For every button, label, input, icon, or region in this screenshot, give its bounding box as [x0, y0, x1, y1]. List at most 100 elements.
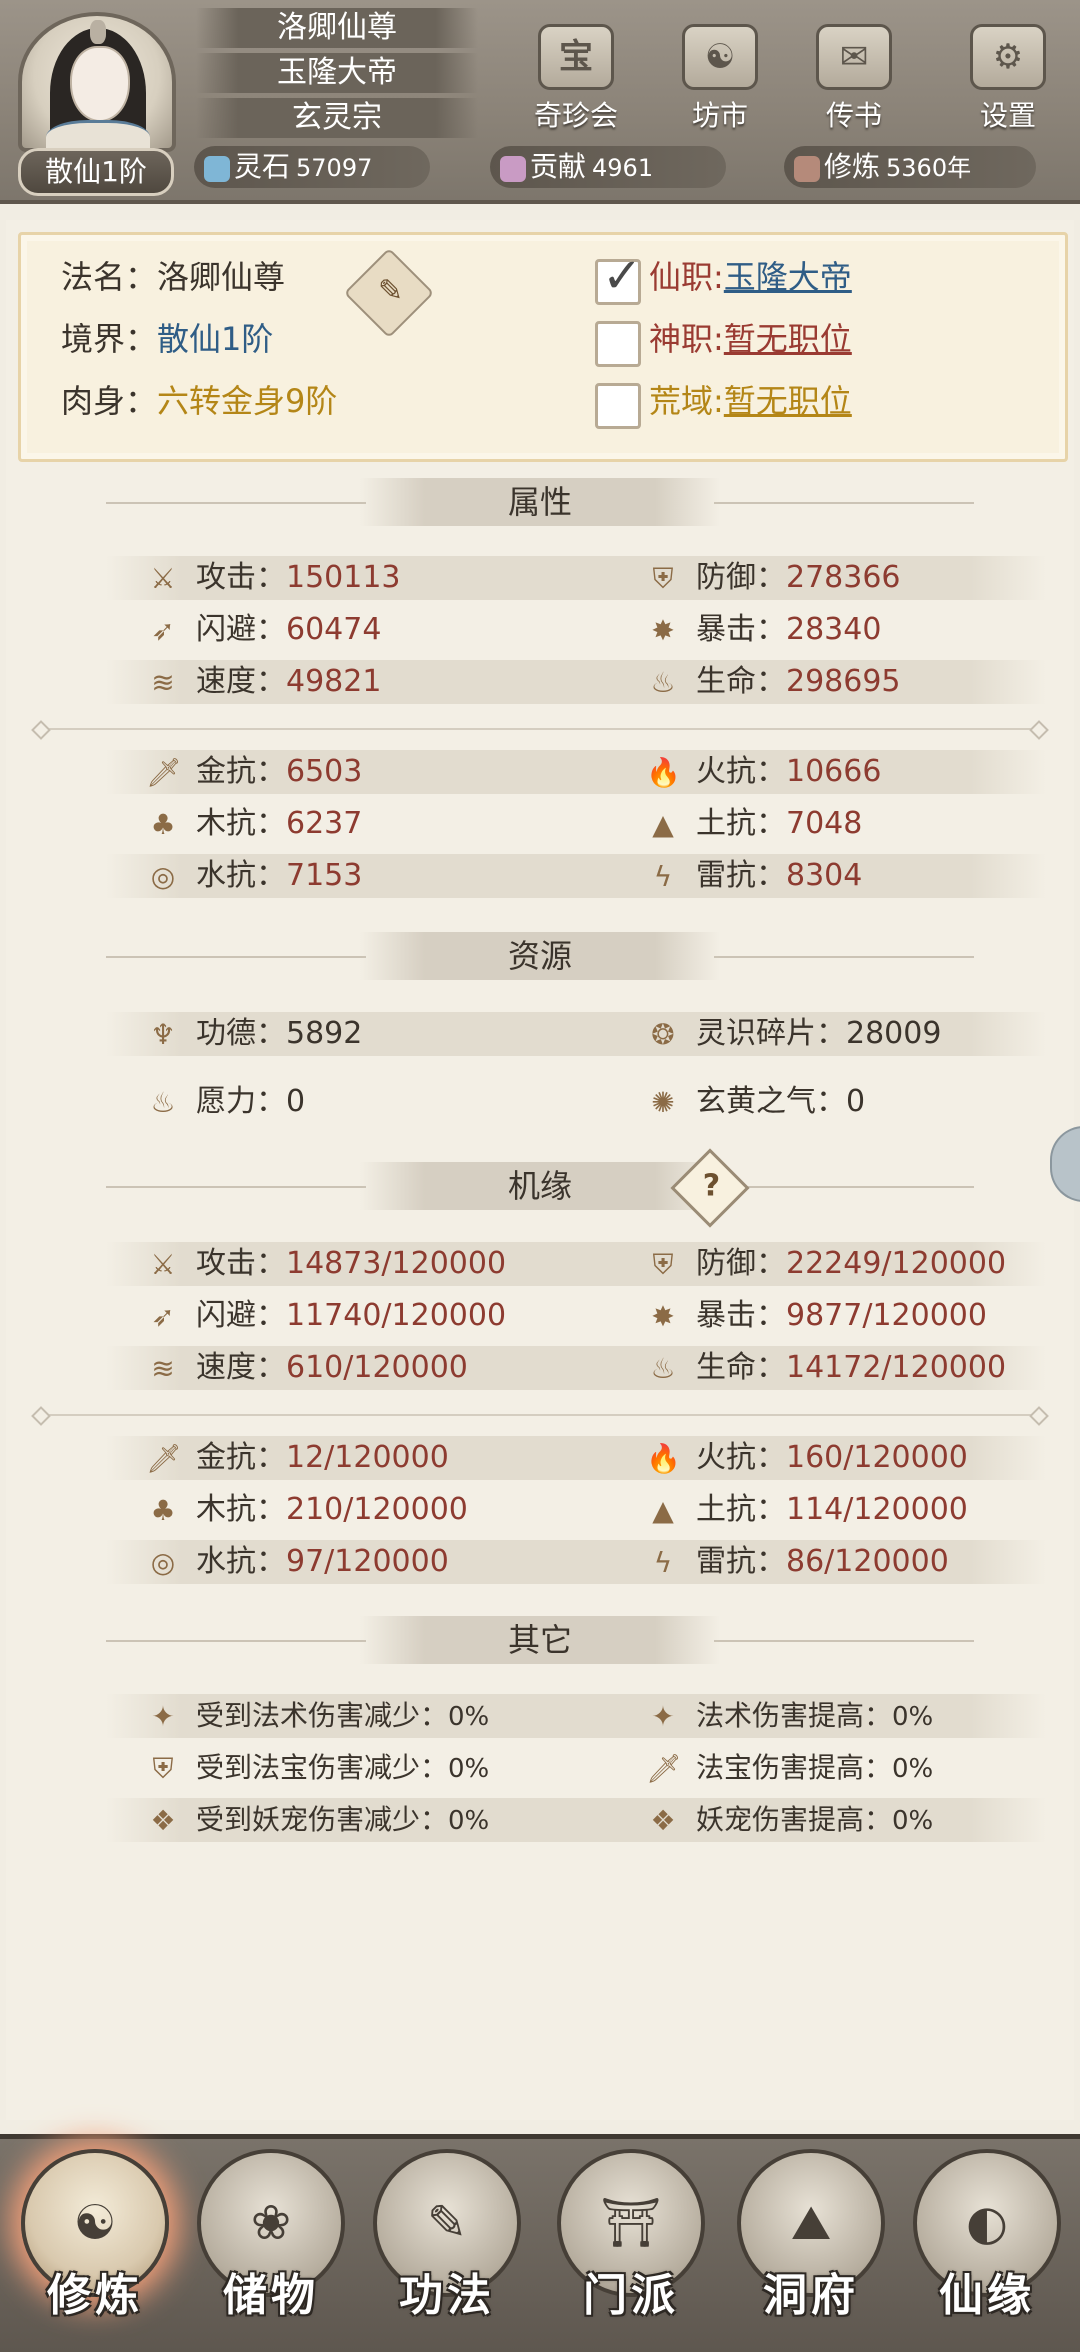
profile-card: 法名：洛卿仙尊 ✎ 境界：散仙1阶 肉身：六转金身9阶 仙职:玉隆大帝 神职:暂…: [18, 232, 1068, 462]
dodge-icon: ➶: [151, 613, 175, 647]
pet-dmg-up-stat: ❖ 妖宠伤害提高：0%: [646, 1798, 933, 1842]
title-stack: 洛卿仙尊 玉隆大帝 玄灵宗: [196, 8, 478, 143]
treasure-dmg-reduce-stat: ⛨ 受到法宝伤害减少：0%: [146, 1746, 489, 1790]
fire-res-stat: 🔥 火抗：10666: [646, 754, 882, 789]
fortune-attack-stat: ⚔ 攻击：14873/120000: [146, 1242, 506, 1286]
nav-cultivation[interactable]: ☯ 修炼: [10, 2149, 180, 2345]
dodge-icon: ➶: [151, 1299, 175, 1333]
metal-sword-icon: 🗡: [146, 755, 182, 789]
pet-claw-icon: ❖: [650, 1804, 676, 1837]
title-sect: 玄灵宗: [196, 98, 478, 138]
spell-shield-icon: ✦: [151, 1700, 175, 1733]
stat-row: ✦ 受到法术伤害减少：0% ✦ 法术伤害提高：0%: [106, 1694, 1046, 1738]
fortune-earth-res-stat: ▲ 土抗：114/120000: [646, 1488, 968, 1532]
immortal-post-row: 仙职:玉隆大帝: [649, 258, 852, 296]
spirit-stone-counter[interactable]: 灵石 57097: [194, 146, 430, 188]
stat-row: ≋ 速度：610/120000 ♨ 生命：14172/120000: [106, 1346, 1046, 1390]
realm-value: 散仙1阶: [157, 320, 274, 358]
wood-tree-icon: ♣: [150, 807, 176, 841]
pet-dmg-reduce-stat: ❖ 受到妖宠伤害减少：0%: [146, 1798, 489, 1842]
section-divider: [34, 1414, 1046, 1416]
crit-icon: ✸: [651, 1299, 675, 1333]
stat-row: ♆ 功德：5892 ❂ 灵识碎片：28009: [106, 1012, 1046, 1056]
character-panel: 法名：洛卿仙尊 ✎ 境界：散仙1阶 肉身：六转金身9阶 仙职:玉隆大帝 神职:暂…: [6, 220, 1074, 2120]
treasure-pavilion-button[interactable]: 宝 奇珍会: [528, 24, 624, 134]
wood-tree-icon: ♣: [150, 1493, 176, 1527]
fortune-crit-stat: ✸ 暴击：9877/120000: [646, 1294, 987, 1338]
stat-row: ⛨ 受到法宝伤害减少：0% 🗡 法宝伤害提高：0%: [106, 1746, 1046, 1790]
rank-badge: 散仙1阶: [18, 148, 174, 196]
contribution-icon: [500, 155, 526, 182]
attack-stat: ⚔ 攻击：150113: [146, 556, 400, 600]
title-post: 玉隆大帝: [196, 53, 478, 93]
section-divider: [34, 728, 1046, 730]
cultivation-icon: [794, 155, 820, 182]
cultivation-counter[interactable]: 修炼 5360年: [784, 146, 1036, 188]
merit-flame-icon: ♆: [150, 1017, 176, 1051]
fortune-thunder-res-stat: ϟ 雷抗：86/120000: [646, 1540, 949, 1584]
wild-domain-row: 荒域:暂无职位: [649, 382, 852, 420]
stat-row: ♣ 木抗：6237 ▲ 土抗：7048: [106, 802, 1046, 846]
avatar-portrait[interactable]: [18, 12, 176, 152]
stat-row: ⚔ 攻击：150113 ⛨ 防御：278366: [106, 556, 1046, 600]
spell-dmg-up-stat: ✦ 法术伤害提高：0%: [646, 1694, 933, 1738]
others-section-title: 其它: [6, 1614, 1074, 1668]
defense-icon: ⛨: [652, 1247, 674, 1281]
attack-icon: ⚔: [150, 1247, 176, 1281]
nav-storage[interactable]: ❀ 储物: [186, 2149, 356, 2345]
nav-techniques[interactable]: ✎ 功法: [362, 2149, 532, 2345]
fortune-life-stat: ♨ 生命：14172/120000: [646, 1346, 1006, 1390]
earth-mountain-icon: ▲: [652, 807, 674, 841]
face-icon: [70, 46, 130, 122]
speed-icon: ≋: [151, 665, 175, 699]
stat-row: ◎ 水抗：97/120000 ϟ 雷抗：86/120000: [106, 1540, 1046, 1584]
settings-button[interactable]: ⚙ 设置: [960, 24, 1056, 134]
contribution-counter[interactable]: 贡献 4961: [490, 146, 726, 188]
attack-icon: ⚔: [150, 561, 176, 595]
immortal-post-link[interactable]: 玉隆大帝: [724, 258, 852, 296]
nav-cave[interactable]: ⛰ 洞府: [726, 2149, 896, 2345]
metal-sword-icon: 🗡: [146, 1441, 182, 1475]
divine-post-checkbox[interactable]: [595, 321, 641, 367]
fortune-fire-res-stat: 🔥 火抗：160/120000: [646, 1440, 968, 1475]
wild-domain-checkbox[interactable]: [595, 383, 641, 429]
stat-row: ♨ 愿力：0 ✺ 玄黄之气：0: [106, 1080, 1046, 1124]
letter-button[interactable]: ✉ 传书: [806, 24, 902, 134]
market-label: 坊市: [691, 99, 748, 132]
divine-post-link[interactable]: 暂无职位: [724, 320, 852, 358]
water-swirl-icon: ◎: [150, 859, 176, 893]
nav-immortal-fate[interactable]: ◐ 仙缘: [902, 2149, 1072, 2345]
water-res-stat: ◎ 水抗：7153: [146, 854, 363, 898]
fortune-speed-stat: ≋ 速度：610/120000: [146, 1346, 468, 1390]
shard-stat: ❂ 灵识碎片：28009: [646, 1012, 941, 1056]
water-swirl-icon: ◎: [150, 1545, 176, 1579]
fire-icon: 🔥: [646, 1441, 681, 1475]
immortal-post-checkbox[interactable]: [595, 248, 642, 305]
metal-res-stat: 🗡 金抗：6503: [146, 754, 363, 789]
nav-sect[interactable]: ⛩ 门派: [546, 2149, 716, 2345]
fortune-metal-res-stat: 🗡 金抗：12/120000: [146, 1440, 449, 1475]
stat-row: 🗡 金抗：6503 🔥 火抗：10666: [106, 750, 1046, 794]
treasure-sword-icon: 🗡: [646, 1752, 682, 1785]
speed-icon: ≋: [151, 1351, 175, 1385]
defense-stat: ⛨ 防御：278366: [646, 556, 900, 600]
market-button[interactable]: ☯ 坊市: [672, 24, 768, 134]
market-icon: ☯: [682, 24, 758, 90]
fortune-wood-res-stat: ♣ 木抗：210/120000: [146, 1488, 467, 1532]
earth-res-stat: ▲ 土抗：7048: [646, 802, 862, 846]
rename-brush-icon[interactable]: ✎: [343, 247, 435, 339]
life-icon: ♨: [650, 665, 676, 699]
spirit-shard-icon: ❂: [651, 1017, 675, 1051]
fortune-help-icon[interactable]: ?: [670, 1148, 750, 1228]
wild-domain-link[interactable]: 暂无职位: [724, 382, 852, 420]
wood-res-stat: ♣ 木抗：6237: [146, 802, 362, 846]
dharma-name-value: 洛卿仙尊: [157, 258, 286, 296]
spell-sword-icon: ✦: [651, 1700, 675, 1733]
thunder-icon: ϟ: [653, 859, 673, 893]
attributes-section-title: 属性: [6, 476, 1074, 530]
avatar[interactable]: 散仙1阶: [6, 4, 186, 196]
thunder-res-stat: ϟ 雷抗：8304: [646, 854, 863, 898]
treasure-pavilion-icon: 宝: [538, 24, 614, 90]
fire-icon: 🔥: [646, 755, 681, 789]
treasure-pavilion-label: 奇珍会: [533, 99, 618, 132]
